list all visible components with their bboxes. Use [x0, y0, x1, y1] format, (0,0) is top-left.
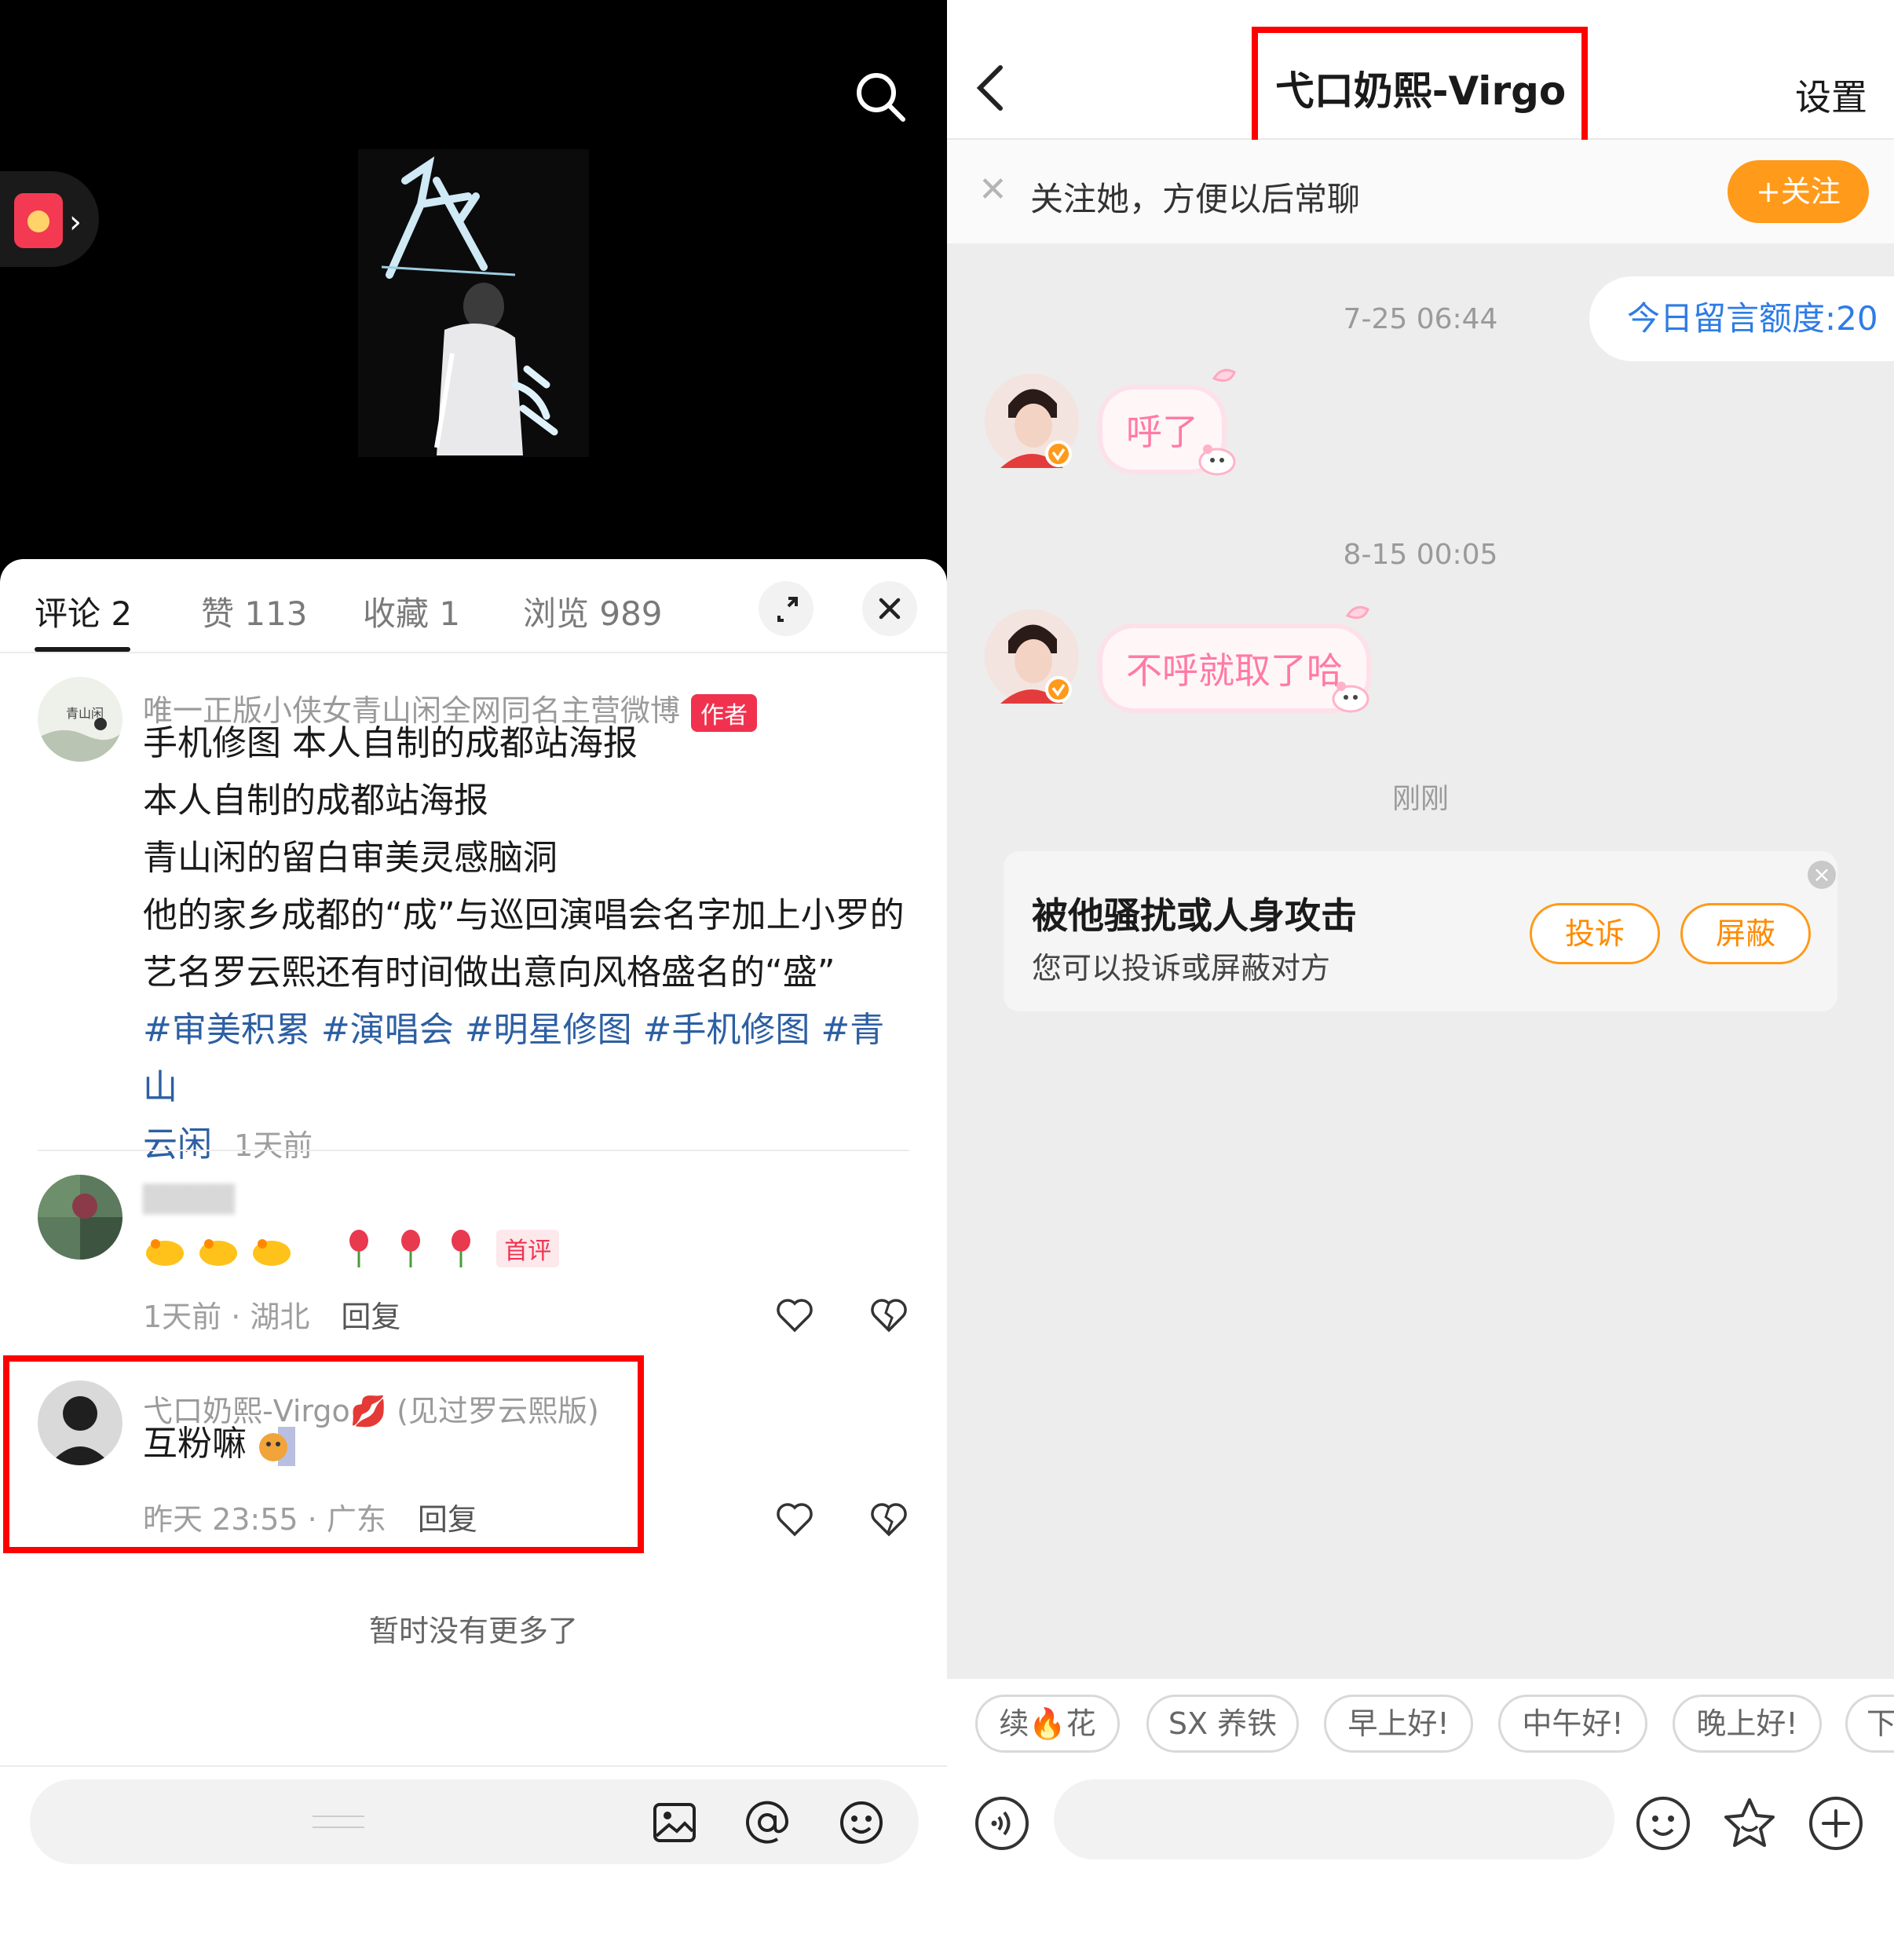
- right-panel: 弋口奶熙-Virgo 设置 ✕ 关注她，方便以后常聊 +关注 今日留言额度:20…: [947, 0, 1894, 1960]
- follow-bar: ✕ 关注她，方便以后常聊 +关注: [947, 140, 1894, 243]
- red-packet-icon: [14, 193, 63, 248]
- hashtag-line[interactable]: 云闲: [143, 1124, 212, 1165]
- comment-meta: 1天前 · 湖北 回复: [143, 1293, 400, 1336]
- bubble-decoration-icon: [1198, 368, 1236, 476]
- settings-button[interactable]: 设置: [1795, 69, 1867, 121]
- report-subtext: 您可以投诉或屏蔽对方: [1032, 951, 1331, 985]
- tab-bar: 评论 2 赞 113 收藏 1 浏览 989: [0, 559, 947, 653]
- message-input[interactable]: [1054, 1779, 1614, 1859]
- divider: [38, 1150, 909, 1151]
- dislike-heart-icon[interactable]: [868, 1294, 909, 1335]
- sticker-icon[interactable]: [1721, 1795, 1778, 1852]
- comment-body: 手机修图 本人自制的成都站海报 本人自制的成都站海报 青山闲的留白审美灵感脑洞 …: [143, 715, 912, 1175]
- comment-line: 他的家乡成都的“成”与巡回演唱会名字加上小罗的: [143, 895, 905, 935]
- chevron-right-icon: ›: [69, 204, 82, 240]
- quick-reply-chip[interactable]: 晚上好!: [1673, 1695, 1822, 1753]
- emoji-icons: [146, 1239, 291, 1266]
- active-tab-indicator: [35, 647, 130, 652]
- close-button[interactable]: [862, 581, 917, 636]
- emoji-icon[interactable]: [837, 1798, 886, 1847]
- avatar[interactable]: 青山闲: [38, 677, 122, 762]
- expand-button[interactable]: [759, 581, 814, 636]
- video-area[interactable]: ›: [0, 0, 947, 597]
- voice-icon[interactable]: [974, 1795, 1030, 1852]
- red-packet-entry[interactable]: ›: [0, 171, 99, 267]
- report-heading: 被他骚扰或人身攻击: [1032, 894, 1357, 937]
- hashtag-line[interactable]: #审美积累 #演唱会 #明星修图 #手机修图 #青山: [143, 1001, 912, 1116]
- heart-icon[interactable]: [774, 1294, 815, 1335]
- message-timestamp: 7-25 06:44: [1343, 303, 1498, 335]
- rose-icons: [349, 1230, 471, 1267]
- message-composer: [947, 1765, 1894, 1960]
- avatar[interactable]: [38, 1175, 122, 1260]
- quick-reply-chip[interactable]: 下: [1845, 1695, 1894, 1753]
- emoji-icon[interactable]: [1635, 1795, 1691, 1852]
- expand-icon: [777, 597, 798, 622]
- report-card: 被他骚扰或人身攻击 您可以投诉或屏蔽对方 投诉 屏蔽 ×: [1004, 851, 1837, 1011]
- poster-image: [358, 149, 589, 457]
- image-icon[interactable]: [650, 1798, 699, 1847]
- emoji-row: 首评: [143, 1227, 560, 1271]
- close-icon[interactable]: ×: [1808, 861, 1836, 889]
- message-timestamp: 刚刚: [1391, 783, 1449, 815]
- comment-line: 艺名罗云熙还有时间做出意向风格盛名的“盛”: [143, 953, 835, 993]
- quick-reply-bar: 续🔥花 SX 养铁 早上好! 中午好! 晚上好! 下: [947, 1679, 1894, 1765]
- left-panel: › 评论 2 赞 113 收藏 1 浏览 989 青山闲 唯一正版小侠女青山闲全…: [0, 0, 947, 1960]
- close-icon: [879, 598, 901, 620]
- blurred-username[interactable]: ▇▇▇▇: [143, 1179, 235, 1214]
- bubble-decoration-icon: [1332, 605, 1369, 713]
- at-icon[interactable]: [743, 1798, 792, 1847]
- comment-sheet: 评论 2 赞 113 收藏 1 浏览 989 青山闲 唯一正版小侠女青山闲全网同…: [0, 559, 947, 1960]
- search-icon[interactable]: [853, 69, 908, 124]
- quick-reply-chip[interactable]: 早上好!: [1324, 1695, 1473, 1753]
- reply-button[interactable]: 回复: [341, 1300, 400, 1334]
- quick-reply-chip[interactable]: 中午好!: [1498, 1695, 1647, 1753]
- dislike-heart-icon[interactable]: [868, 1498, 909, 1539]
- follow-prompt: 关注她，方便以后常聊: [1030, 180, 1361, 218]
- divider: [0, 1765, 947, 1767]
- comment-line: 手机修图 本人自制的成都站海报: [143, 723, 638, 763]
- close-icon[interactable]: ✕: [978, 170, 1007, 210]
- comment-line: 青山闲的留白审美灵感脑洞: [143, 838, 558, 878]
- comment-time: 1天前: [234, 1128, 313, 1163]
- avatar[interactable]: [985, 609, 1079, 704]
- avatar[interactable]: [985, 374, 1079, 468]
- tab-likes[interactable]: 赞 113: [201, 587, 308, 635]
- no-more-text: 暂时没有更多了: [368, 1614, 578, 1648]
- comment-time-location: 1天前 · 湖北: [143, 1300, 310, 1334]
- highlight-box-title: [1252, 27, 1588, 148]
- first-comment-badge: 首评: [496, 1230, 560, 1267]
- tab-comments[interactable]: 评论 2: [35, 587, 132, 635]
- message-timestamp: 8-15 00:05: [1343, 539, 1498, 571]
- comment-input[interactable]: [30, 1779, 919, 1864]
- block-button[interactable]: 屏蔽: [1680, 903, 1811, 964]
- tab-views[interactable]: 浏览 989: [523, 587, 663, 635]
- quick-reply-chip[interactable]: 续🔥花: [975, 1695, 1120, 1753]
- comment-line: 本人自制的成都站海报: [143, 781, 488, 821]
- highlight-box-comment: [3, 1355, 644, 1553]
- complain-button[interactable]: 投诉: [1530, 903, 1660, 964]
- follow-button[interactable]: +关注: [1728, 160, 1869, 223]
- tab-favorites[interactable]: 收藏 1: [363, 587, 460, 635]
- input-placeholder: [313, 1816, 364, 1828]
- plus-icon[interactable]: [1808, 1795, 1864, 1852]
- quick-reply-chip[interactable]: SX 养铁: [1146, 1695, 1299, 1753]
- heart-icon[interactable]: [774, 1498, 815, 1539]
